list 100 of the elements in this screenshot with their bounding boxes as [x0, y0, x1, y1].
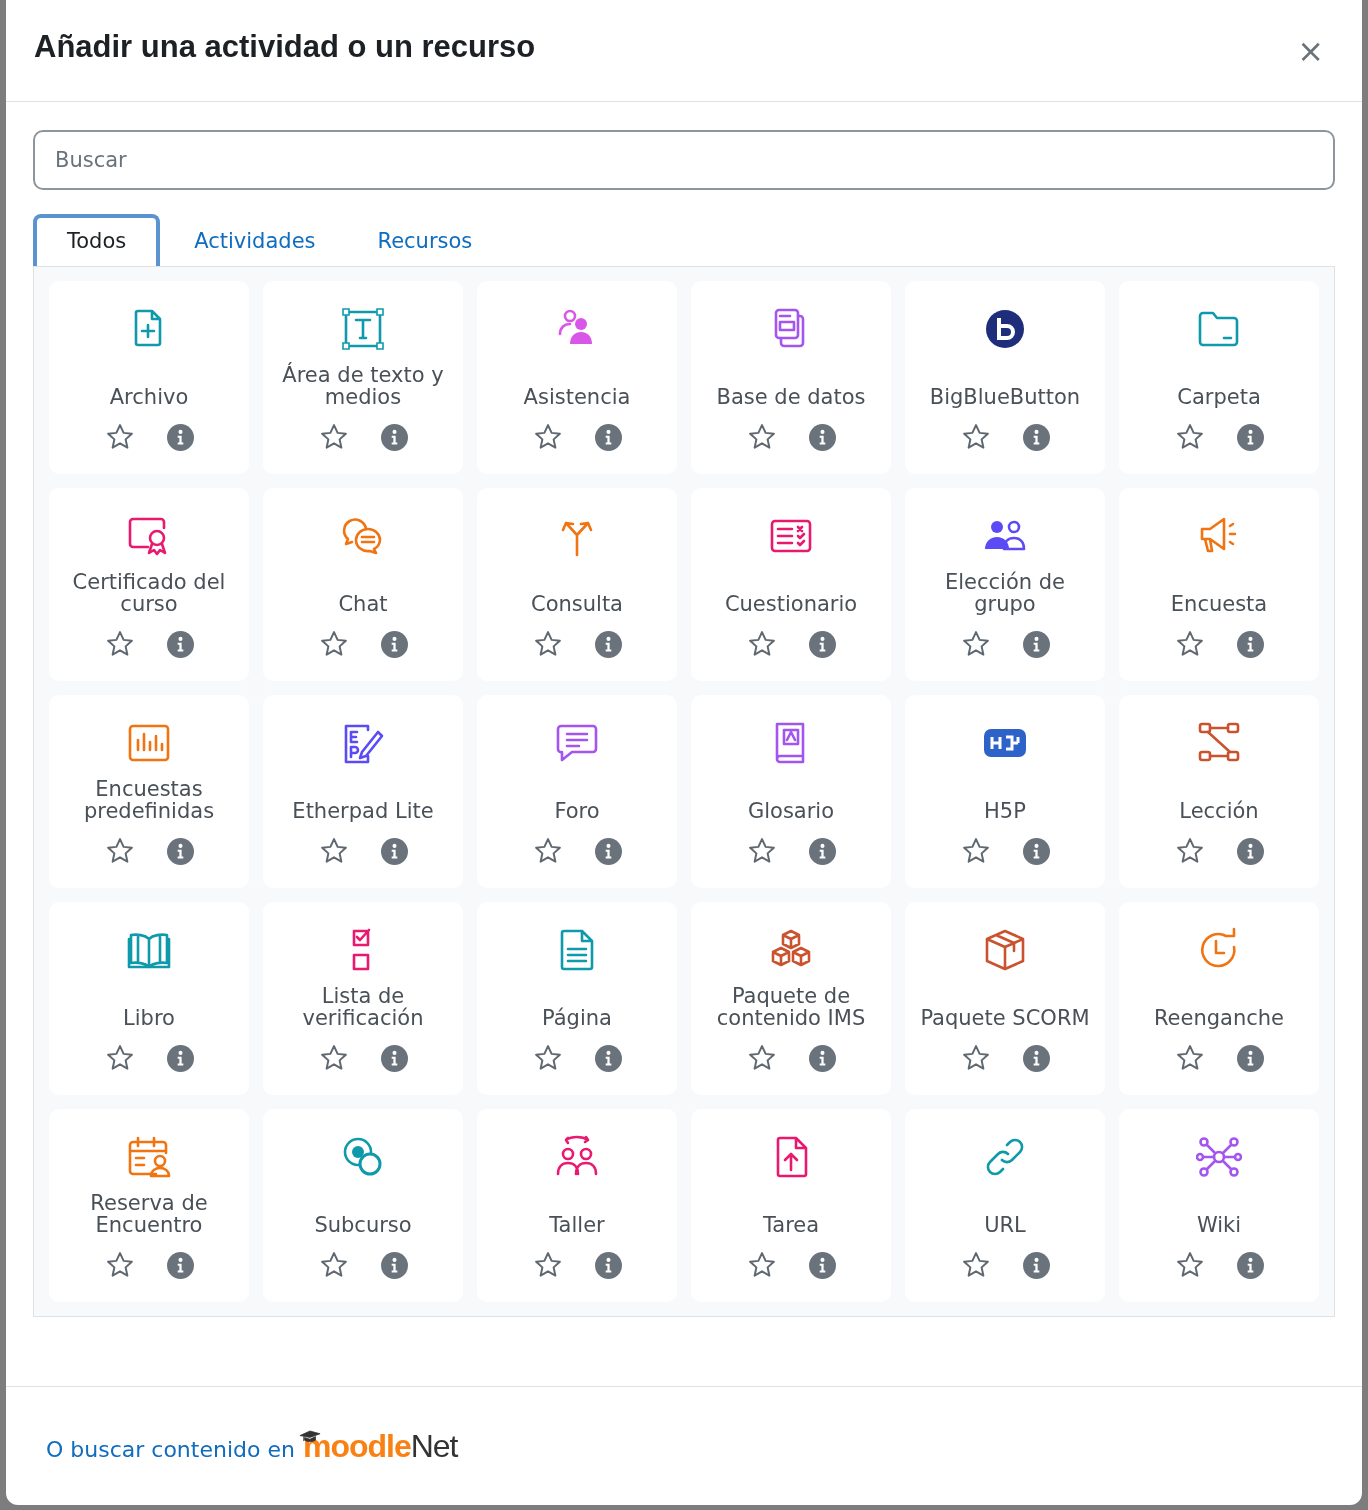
info-icon[interactable] [808, 630, 836, 658]
info-icon[interactable] [380, 630, 408, 658]
activity-name: Consulta [530, 593, 624, 615]
activity-name: Elección de grupo [943, 571, 1066, 615]
info-icon[interactable] [380, 1044, 408, 1072]
activity-name: Archivo [108, 386, 190, 408]
activity-name: Carpeta [1176, 386, 1262, 408]
info-icon[interactable] [166, 1251, 194, 1279]
info-icon[interactable] [594, 1251, 622, 1279]
activity-card[interactable]: Reenganche [1119, 902, 1319, 1095]
activity-card[interactable]: Elección de grupo [905, 488, 1105, 681]
activity-card[interactable]: Encuestas predefinidas [49, 695, 249, 888]
star-icon[interactable] [746, 422, 777, 452]
star-icon[interactable] [1174, 1043, 1205, 1073]
star-icon[interactable] [960, 1250, 991, 1280]
activity-card[interactable]: URL [905, 1109, 1105, 1302]
activity-card[interactable]: Etherpad Lite [263, 695, 463, 888]
info-icon[interactable] [1022, 837, 1050, 865]
info-icon[interactable] [1022, 423, 1050, 451]
activity-card[interactable]: Carpeta [1119, 281, 1319, 474]
activity-card[interactable]: Reserva de Encuentro [49, 1109, 249, 1302]
star-icon[interactable] [104, 1043, 135, 1073]
star-icon[interactable] [1174, 836, 1205, 866]
star-icon[interactable] [532, 1043, 563, 1073]
activity-card[interactable]: Paquete SCORM [905, 902, 1105, 1095]
star-icon[interactable] [746, 836, 777, 866]
activity-card[interactable]: Cuestionario [691, 488, 891, 681]
star-icon[interactable] [532, 422, 563, 452]
info-icon[interactable] [166, 423, 194, 451]
info-icon[interactable] [594, 423, 622, 451]
star-icon[interactable] [318, 1250, 349, 1280]
star-icon[interactable] [746, 1250, 777, 1280]
close-button[interactable]: × [1293, 31, 1328, 70]
info-icon[interactable] [808, 1044, 836, 1072]
activity-card[interactable]: Lección [1119, 695, 1319, 888]
activity-card[interactable]: Glosario [691, 695, 891, 888]
info-icon[interactable] [380, 1251, 408, 1279]
info-icon[interactable] [166, 630, 194, 658]
star-icon[interactable] [104, 629, 135, 659]
activity-card[interactable]: Archivo [49, 281, 249, 474]
info-icon[interactable] [808, 423, 836, 451]
info-icon[interactable] [166, 837, 194, 865]
star-icon[interactable] [1174, 422, 1205, 452]
activity-card[interactable]: Wiki [1119, 1109, 1319, 1302]
moodlenet-link[interactable]: O buscar contenido en moodleNet [46, 1427, 458, 1465]
info-icon[interactable] [594, 1044, 622, 1072]
info-icon[interactable] [1022, 1044, 1050, 1072]
star-icon[interactable] [318, 629, 349, 659]
star-icon[interactable] [532, 1250, 563, 1280]
activity-name: Base de datos [715, 386, 867, 408]
star-icon[interactable] [532, 629, 563, 659]
tab[interactable]: Recursos [349, 214, 501, 266]
info-icon[interactable] [1236, 630, 1264, 658]
info-icon[interactable] [808, 1251, 836, 1279]
star-icon[interactable] [960, 836, 991, 866]
star-icon[interactable] [104, 1250, 135, 1280]
activity-card[interactable]: Asistencia [477, 281, 677, 474]
activity-card[interactable]: Paquete de contenido IMS [691, 902, 891, 1095]
activity-card[interactable]: Libro [49, 902, 249, 1095]
info-icon[interactable] [1022, 1251, 1050, 1279]
activity-card[interactable]: Taller [477, 1109, 677, 1302]
activity-card[interactable]: BigBlueButton [905, 281, 1105, 474]
activity-card[interactable]: Foro [477, 695, 677, 888]
activity-card[interactable]: Encuesta [1119, 488, 1319, 681]
star-icon[interactable] [746, 629, 777, 659]
info-icon[interactable] [1022, 630, 1050, 658]
activity-card[interactable]: Consulta [477, 488, 677, 681]
info-icon[interactable] [594, 630, 622, 658]
star-icon[interactable] [104, 836, 135, 866]
star-icon[interactable] [318, 836, 349, 866]
star-icon[interactable] [532, 836, 563, 866]
star-icon[interactable] [960, 422, 991, 452]
info-icon[interactable] [380, 423, 408, 451]
activity-card[interactable]: Tarea [691, 1109, 891, 1302]
info-icon[interactable] [1236, 1251, 1264, 1279]
activity-card[interactable]: Subcurso [263, 1109, 463, 1302]
activity-card[interactable]: Lista de verificación [263, 902, 463, 1095]
star-icon[interactable] [104, 422, 135, 452]
info-icon[interactable] [166, 1044, 194, 1072]
activity-card[interactable]: H5P [905, 695, 1105, 888]
star-icon[interactable] [960, 629, 991, 659]
activity-card[interactable]: Certificado del curso [49, 488, 249, 681]
info-icon[interactable] [808, 837, 836, 865]
star-icon[interactable] [318, 1043, 349, 1073]
star-icon[interactable] [960, 1043, 991, 1073]
activity-card[interactable]: Área de texto y medios [263, 281, 463, 474]
star-icon[interactable] [1174, 1250, 1205, 1280]
search-field[interactable]: Buscar [33, 130, 1335, 190]
activity-card[interactable]: Base de datos [691, 281, 891, 474]
info-icon[interactable] [1236, 423, 1264, 451]
star-icon[interactable] [1174, 629, 1205, 659]
activity-card[interactable]: Chat [263, 488, 463, 681]
info-icon[interactable] [380, 837, 408, 865]
info-icon[interactable] [1236, 837, 1264, 865]
star-icon[interactable] [746, 1043, 777, 1073]
info-icon[interactable] [594, 837, 622, 865]
tab[interactable]: Actividades [166, 214, 344, 266]
activity-card[interactable]: Página [477, 902, 677, 1095]
star-icon[interactable] [318, 422, 349, 452]
info-icon[interactable] [1236, 1044, 1264, 1072]
